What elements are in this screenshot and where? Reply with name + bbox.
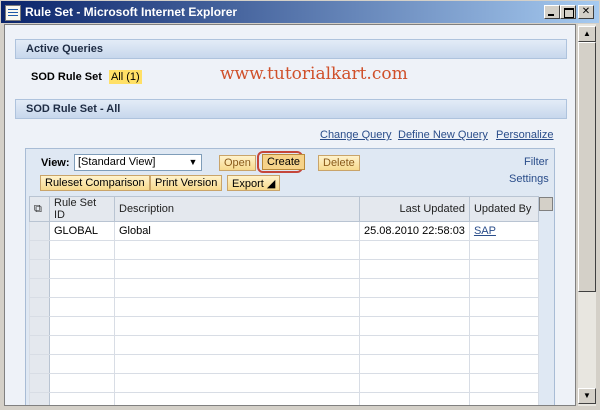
ie-page-icon: [5, 5, 21, 21]
column-header[interactable]: Rule Set ID: [49, 196, 115, 222]
table-row: [29, 259, 540, 279]
chevron-down-icon[interactable]: ▼: [187, 157, 199, 168]
table-scroll-up[interactable]: [539, 197, 553, 211]
table-row: [29, 240, 540, 260]
view-select[interactable]: [Standard View] ▼: [74, 154, 202, 171]
table-row: [29, 354, 540, 374]
export-button[interactable]: Export ◢: [227, 175, 281, 191]
table-row: [29, 316, 540, 336]
settings-link[interactable]: Settings: [509, 173, 549, 185]
window-title: Rule Set - Microsoft Internet Explorer: [25, 5, 238, 19]
table-row: [29, 297, 540, 317]
ruleset-comparison-button[interactable]: Ruleset Comparison: [40, 175, 150, 191]
scroll-up-arrow-icon[interactable]: ▲: [578, 26, 596, 42]
cell-updated-by: SAP: [468, 221, 540, 241]
cell-rule-set-id: GLOBAL: [49, 221, 115, 241]
delete-button[interactable]: Delete: [318, 155, 360, 171]
column-header[interactable]: Description: [114, 196, 360, 222]
view-label: View:: [41, 157, 70, 169]
table-select-icon[interactable]: ⧉: [29, 196, 50, 222]
section-sod-rule-set-all[interactable]: SOD Rule Set - All: [15, 99, 567, 119]
export-label: Export: [232, 178, 264, 190]
scroll-thumb[interactable]: [578, 42, 596, 292]
window-scrollbar[interactable]: ▲ ▼: [578, 24, 596, 406]
page-content: Active Queries SOD Rule Set All (1) www.…: [4, 24, 576, 406]
cell-description: Global: [114, 221, 360, 241]
table-row: [29, 373, 540, 393]
column-header[interactable]: Updated By: [468, 196, 540, 222]
caret-icon: ◢: [266, 178, 276, 190]
section-active-queries[interactable]: Active Queries: [15, 39, 567, 59]
create-button[interactable]: Create: [262, 154, 306, 170]
table-row: [29, 392, 540, 405]
query-label: SOD Rule Set: [31, 71, 102, 83]
table-row[interactable]: GLOBAL Global 25.08.2010 22:58:03 SAP: [29, 221, 540, 241]
rule-set-table: ⧉ Rule Set ID Description Last Updated U…: [29, 196, 540, 405]
maximize-button[interactable]: [560, 5, 576, 19]
results-panel: View: [Standard View] ▼ Open Create Dele…: [25, 148, 555, 405]
watermark-text: www.tutorialkart.com: [220, 64, 408, 84]
print-version-button[interactable]: Print Version: [150, 175, 223, 191]
active-query-row: SOD Rule Set All (1): [31, 70, 142, 84]
change-query-link[interactable]: Change Query: [320, 129, 392, 141]
table-row: [29, 278, 540, 298]
define-new-query-link[interactable]: Define New Query: [398, 129, 488, 141]
open-button[interactable]: Open: [219, 155, 256, 171]
updated-by-link[interactable]: SAP: [474, 225, 496, 237]
scroll-down-arrow-icon[interactable]: ▼: [578, 388, 596, 404]
query-all-badge[interactable]: All (1): [108, 70, 142, 84]
filter-link[interactable]: Filter: [524, 156, 548, 168]
table-row: [29, 335, 540, 355]
personalize-link[interactable]: Personalize: [496, 129, 553, 141]
view-select-value: [Standard View]: [78, 156, 156, 168]
row-selector[interactable]: [29, 221, 50, 241]
close-button[interactable]: ✕: [578, 5, 594, 19]
column-header[interactable]: Last Updated: [359, 196, 470, 222]
minimize-button[interactable]: [544, 5, 560, 19]
window-titlebar[interactable]: Rule Set - Microsoft Internet Explorer ✕: [0, 0, 600, 24]
cell-last-updated: 25.08.2010 22:58:03: [359, 221, 470, 241]
